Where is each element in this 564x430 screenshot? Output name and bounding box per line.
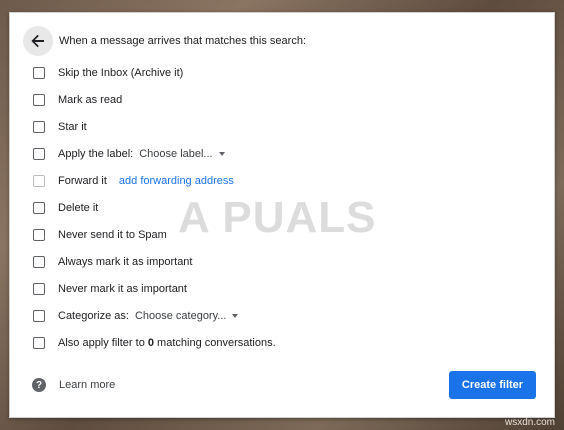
learn-more-row[interactable]: ? Learn more	[32, 378, 115, 392]
apply-to-matching-checkbox[interactable]	[33, 337, 45, 349]
star-it-checkbox[interactable]	[33, 121, 45, 133]
option-label: Always mark it as important	[58, 256, 193, 268]
label-dropdown[interactable]: Choose label...	[139, 148, 225, 160]
create-filter-dialog: When a message arrives that matches this…	[9, 12, 555, 418]
category-dropdown-value: Choose category...	[134, 310, 227, 322]
delete-it-checkbox[interactable]	[33, 202, 45, 214]
option-never-important[interactable]: Never mark it as important	[33, 280, 187, 298]
option-label: Never send it to Spam	[58, 229, 167, 241]
option-delete-it[interactable]: Delete it	[33, 199, 98, 217]
skip-inbox-checkbox[interactable]	[33, 67, 45, 79]
forward-it-checkbox[interactable]	[33, 175, 45, 187]
label-dropdown-value: Choose label...	[139, 148, 213, 160]
option-star-it[interactable]: Star it	[33, 118, 87, 136]
add-forwarding-address-link[interactable]: add forwarding address	[119, 175, 234, 187]
option-label: Forward it	[58, 175, 107, 187]
option-label: Skip the Inbox (Archive it)	[58, 67, 184, 79]
apply-prefix: Also apply filter to	[58, 337, 148, 349]
option-never-spam[interactable]: Never send it to Spam	[33, 226, 167, 244]
dialog-header: When a message arrives that matches this…	[23, 26, 306, 56]
never-spam-checkbox[interactable]	[33, 229, 45, 241]
option-apply-label[interactable]: Apply the label: Choose label...	[33, 145, 225, 163]
category-dropdown[interactable]: Choose category...	[135, 310, 239, 322]
option-always-important[interactable]: Always mark it as important	[33, 253, 192, 271]
learn-more-link[interactable]: Learn more	[59, 379, 115, 391]
option-mark-as-read[interactable]: Mark as read	[33, 91, 122, 109]
never-important-checkbox[interactable]	[33, 283, 45, 295]
option-forward-it[interactable]: Forward it add forwarding address	[33, 172, 234, 190]
watermark-logo: A PUALS	[178, 193, 377, 242]
always-important-checkbox[interactable]	[33, 256, 45, 268]
option-label: Categorize as:	[58, 310, 129, 322]
option-label: Also apply filter to 0 matching conversa…	[58, 337, 276, 349]
help-icon: ?	[32, 378, 46, 392]
back-button[interactable]	[23, 26, 53, 56]
apply-label-checkbox[interactable]	[33, 148, 45, 160]
create-filter-button[interactable]: Create filter	[449, 371, 536, 399]
option-label: Mark as read	[58, 94, 123, 106]
option-label: Apply the label:	[58, 148, 134, 160]
option-categorize[interactable]: Categorize as: Choose category...	[33, 307, 239, 325]
option-skip-inbox[interactable]: Skip the Inbox (Archive it)	[33, 64, 183, 82]
search-match-heading: When a message arrives that matches this…	[59, 35, 306, 47]
option-label: Star it	[58, 121, 87, 133]
caret-down-icon	[232, 314, 239, 318]
mark-as-read-checkbox[interactable]	[33, 94, 45, 106]
apply-suffix: matching conversations.	[154, 337, 276, 349]
site-watermark: wsxdn.com	[504, 417, 555, 428]
caret-down-icon	[218, 152, 225, 156]
categorize-checkbox[interactable]	[33, 310, 45, 322]
arrow-left-icon	[31, 34, 44, 48]
option-label: Never mark it as important	[58, 283, 187, 295]
option-label: Delete it	[58, 202, 99, 214]
option-apply-to-matching[interactable]: Also apply filter to 0 matching conversa…	[33, 334, 276, 352]
